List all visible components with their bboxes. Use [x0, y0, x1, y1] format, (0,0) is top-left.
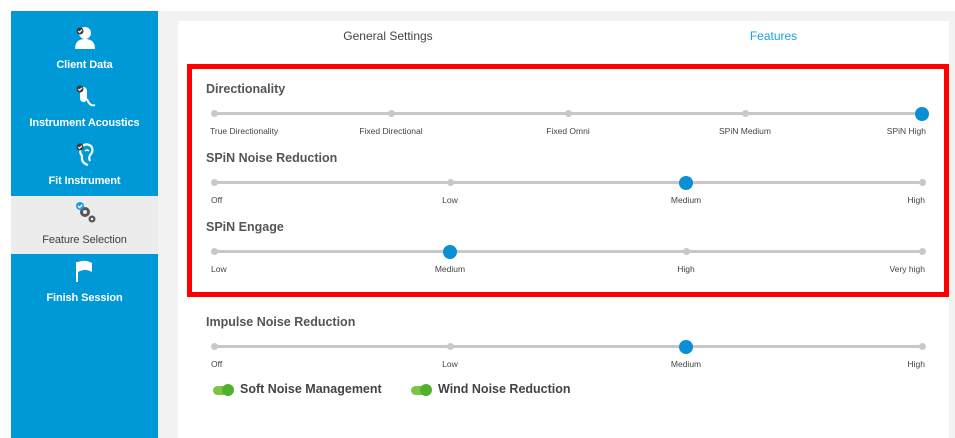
ear-check-icon [76, 143, 94, 167]
tick-label: Low [442, 195, 458, 205]
tab-features[interactable]: Features [598, 21, 949, 51]
impulse-slider[interactable]: Off Low Medium High [211, 340, 926, 372]
nav-fit-instrument-label: Fit Instrument [48, 175, 121, 187]
slider-track [214, 250, 922, 253]
slider-thumb[interactable] [915, 107, 929, 121]
slider-stop[interactable] [388, 110, 395, 117]
tick-label: Off [211, 195, 223, 205]
slider-track [214, 345, 922, 348]
tick-label: Very high [889, 264, 925, 274]
slider-stop[interactable] [211, 343, 218, 350]
slider-stop[interactable] [211, 248, 218, 255]
soft-noise-management-label: Soft Noise Management [240, 382, 382, 396]
slider-stop[interactable] [919, 248, 926, 255]
slider-stop[interactable] [446, 179, 454, 186]
slider-thumb[interactable] [679, 176, 694, 190]
slider-stop[interactable] [565, 110, 572, 117]
gears-check-icon [75, 202, 95, 223]
nav-instrument-acoustics-label: Instrument Acoustics [29, 117, 140, 129]
slider-thumb[interactable] [679, 340, 694, 354]
slider-thumb[interactable] [442, 245, 457, 259]
tick-label: Off [211, 359, 223, 369]
tick-label: SPiN Medium [719, 126, 771, 136]
person-check-icon [74, 27, 95, 49]
slider-stop[interactable] [919, 343, 926, 350]
engage-slider[interactable]: Low Medium High Very high [211, 245, 926, 277]
slider-stop[interactable] [446, 343, 454, 350]
directionality-title: Directionality [206, 82, 286, 96]
nav-fit-instrument[interactable]: Fit Instrument [11, 137, 158, 195]
tick-label: Low [211, 264, 227, 274]
toggle-knob [222, 384, 234, 396]
main-panel: General Settings Features Directionality… [158, 11, 955, 438]
nav-finish-session-label: Finish Session [46, 292, 123, 304]
tick-label: Medium [670, 359, 702, 369]
sidebar: Client Data Instrument Acoustics Fit Ins… [11, 11, 158, 438]
nav-finish-session[interactable]: Finish Session [11, 254, 158, 312]
nav-client-data-label: Client Data [56, 59, 113, 71]
tick-label: Fixed Omni [546, 126, 590, 136]
slider-stop[interactable] [683, 248, 691, 255]
slider-stop[interactable] [919, 179, 926, 186]
wind-noise-reduction-toggle[interactable] [411, 384, 432, 396]
tick-label: Medium [434, 264, 466, 274]
flag-icon [75, 260, 92, 282]
slider-track [214, 181, 922, 184]
nav-feature-selection[interactable]: Feature Selection [11, 196, 158, 254]
active-tab-pointer [767, 50, 785, 59]
slider-stop[interactable] [211, 110, 218, 117]
noise-reduction-slider[interactable]: Off Low Medium High [211, 176, 926, 208]
nav-client-data[interactable]: Client Data [11, 21, 158, 79]
noise-reduction-title: SPiN Noise Reduction [206, 151, 338, 165]
nav-instrument-acoustics[interactable]: Instrument Acoustics [11, 79, 158, 137]
tick-label: True Directionality [210, 126, 279, 136]
soft-noise-management-toggle[interactable] [213, 384, 234, 396]
tick-label: Fixed Directional [359, 126, 423, 136]
hearing-aid-check-icon [76, 85, 95, 107]
tab-general-settings[interactable]: General Settings [178, 21, 598, 51]
slider-stop[interactable] [742, 110, 749, 117]
slider-stop[interactable] [211, 179, 218, 186]
impulse-title: Impulse Noise Reduction [206, 315, 356, 329]
engage-title: SPiN Engage [206, 220, 284, 234]
tick-label: Medium [670, 195, 702, 205]
tick-label: High [907, 359, 925, 369]
tick-label: Low [442, 359, 458, 369]
directionality-slider[interactable]: True Directionality Fixed Directional Fi… [210, 107, 929, 139]
tick-label: SPiN High [886, 126, 926, 136]
tick-label: High [677, 264, 695, 274]
tab-bar: General Settings Features [178, 21, 949, 59]
tick-label: High [907, 195, 925, 205]
toggle-knob [420, 384, 432, 396]
wind-noise-reduction-label: Wind Noise Reduction [438, 382, 571, 396]
nav-feature-selection-label: Feature Selection [42, 234, 127, 246]
